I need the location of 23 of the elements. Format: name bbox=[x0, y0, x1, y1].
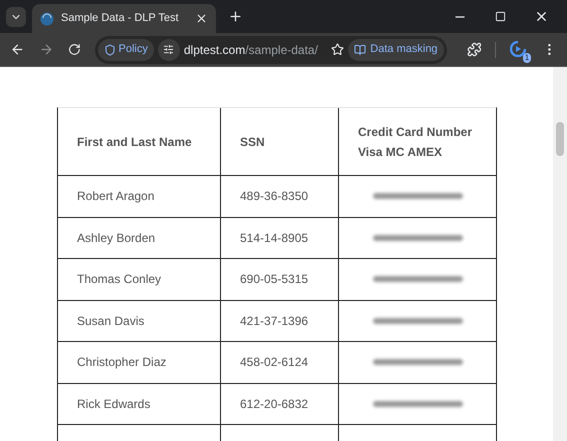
ssn-cell-text: 421-37-1396 bbox=[240, 312, 308, 330]
name-cell-text: Susan Davis bbox=[77, 312, 144, 330]
name-cell-text: Christopher Diaz bbox=[77, 354, 166, 372]
browser-tab[interactable]: Sample Data - DLP Test bbox=[32, 4, 216, 33]
ssn-cell-text: 690-05-5315 bbox=[240, 271, 308, 288]
url-text[interactable]: dlptest.com/sample-data/ bbox=[184, 40, 328, 58]
column-header: SSN bbox=[240, 134, 265, 150]
ssn-cell-text: 612-20-6832 bbox=[240, 396, 308, 413]
ssn-cell-text: 458-02-6124 bbox=[240, 354, 308, 372]
ssn-cell-text: 489-36-8350 bbox=[240, 188, 308, 206]
name-cell-text: Ashley Borden bbox=[77, 230, 156, 247]
ssn-cell-text: 514-14-8905 bbox=[240, 230, 308, 247]
name-cell-text: Rick Edwards bbox=[77, 396, 150, 413]
column-header: First and Last Name bbox=[77, 134, 192, 150]
data-masking-chip[interactable]: Data masking bbox=[348, 38, 444, 60]
column-header: Credit Card Number Visa MC AMEX bbox=[358, 124, 472, 160]
policy-chip[interactable]: Policy bbox=[98, 38, 154, 60]
count-badge: 1 bbox=[522, 52, 532, 62]
name-cell-text: Robert Aragon bbox=[77, 188, 154, 206]
address-bar[interactable]: Policy dlptest.com/sample-data/ Data masking bbox=[94, 36, 447, 64]
tab-title: Sample Data - DLP Test bbox=[61, 11, 180, 26]
extension-button[interactable]: 1 bbox=[510, 40, 528, 58]
name-cell-text: Thomas Conley bbox=[77, 271, 162, 288]
